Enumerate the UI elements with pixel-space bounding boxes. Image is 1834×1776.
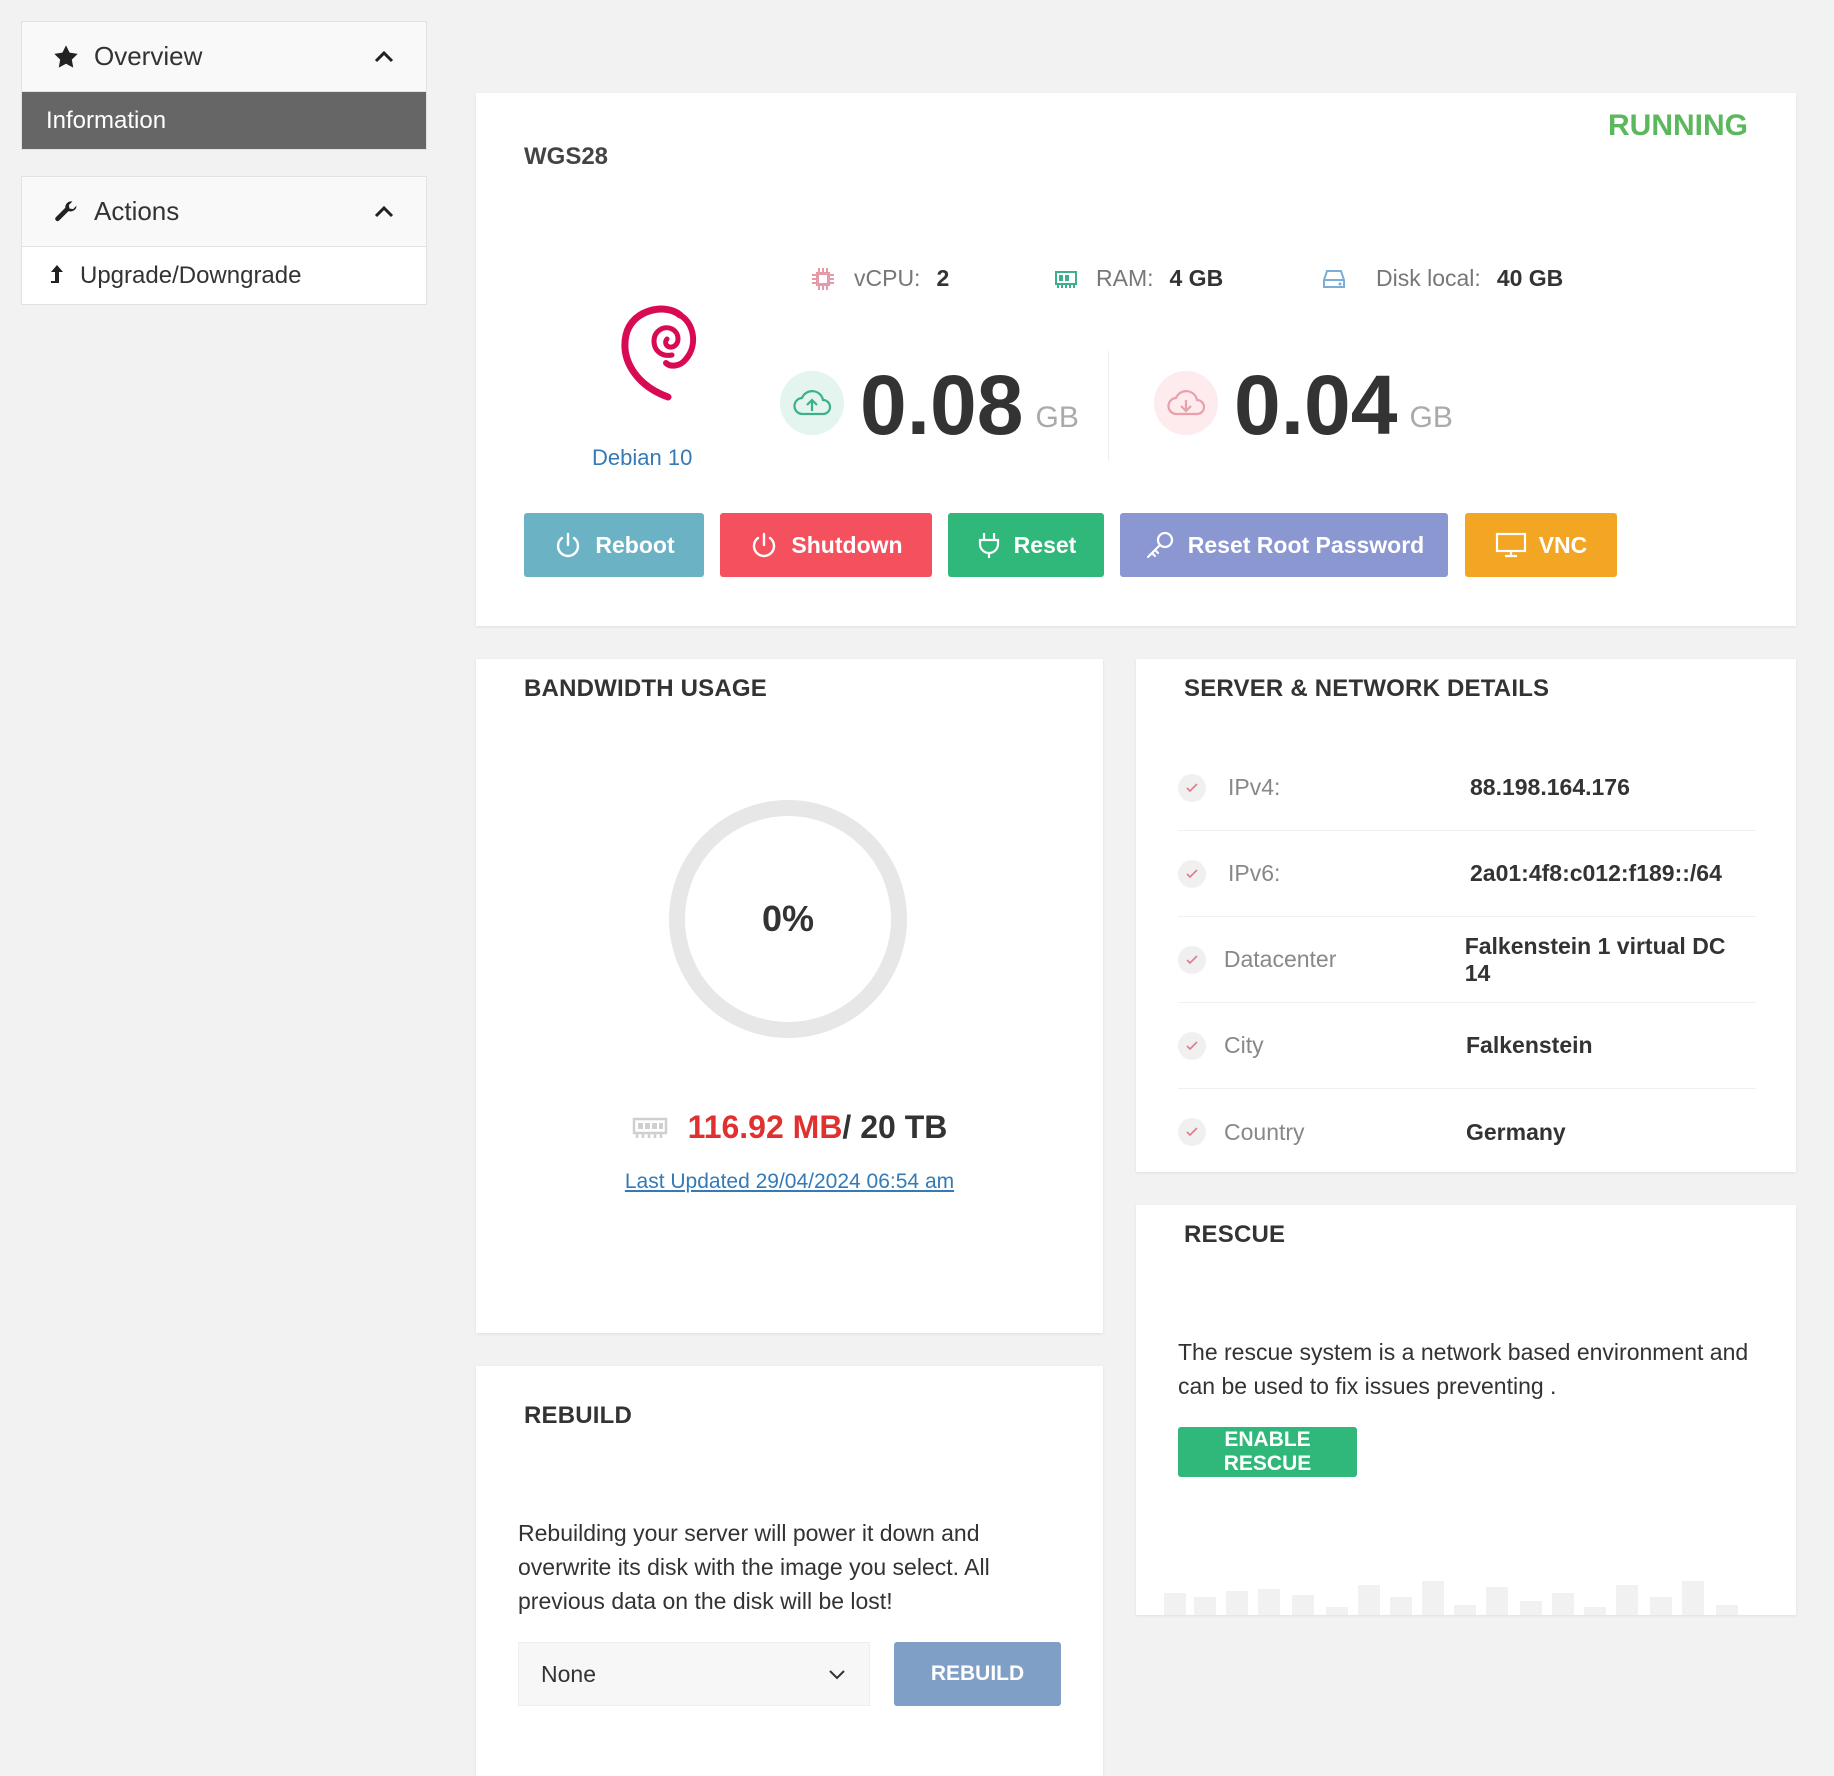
key-icon [1144, 530, 1176, 560]
chevron-down-icon [827, 1667, 847, 1681]
reboot-label: Reboot [595, 531, 675, 558]
sidebar-actions-panel: Actions Upgrade/Downgrade [21, 176, 427, 305]
reset-root-password-label: Reset Root Password [1187, 531, 1425, 558]
sidebar-overview-label: Overview [94, 41, 203, 71]
check-icon [1178, 1031, 1206, 1060]
upload-value: 0.08 [860, 358, 1024, 452]
power-icon [553, 530, 583, 560]
debian-logo-icon [610, 293, 706, 405]
download-unit: GB [1409, 401, 1453, 434]
download-traffic: 0.04 GB [1154, 363, 1453, 447]
reset-root-password-button[interactable]: Reset Root Password [1120, 513, 1448, 577]
reboot-button[interactable]: Reboot [524, 513, 704, 577]
monitor-icon [1495, 531, 1527, 559]
vnc-button[interactable]: VNC [1465, 513, 1617, 577]
sidebar-actions-label: Actions [94, 196, 180, 226]
check-icon [1178, 1118, 1206, 1146]
bandwidth-title: BANDWIDTH USAGE [524, 675, 767, 702]
decorative-bars [1164, 1581, 1738, 1615]
arrow-up-icon [46, 263, 68, 289]
rebuild-description: Rebuilding your server will power it dow… [518, 1520, 990, 1614]
detail-value: Germany [1466, 1118, 1566, 1145]
detail-value: 88.198.164.176 [1470, 774, 1630, 800]
spec-disk: Disk local: 40 GB [1322, 265, 1563, 292]
spec-key: Disk local: [1376, 265, 1481, 291]
check-icon [1178, 773, 1206, 802]
shutdown-label: Shutdown [791, 531, 903, 558]
spec-key: vCPU: [854, 265, 921, 291]
bandwidth-total: / 20 TB [842, 1109, 948, 1145]
check-icon [1178, 859, 1206, 888]
detail-value: 2a01:4f8:c012:f189::/64 [1470, 860, 1722, 886]
rebuild-card: REBUILD Rebuilding your server will powe… [476, 1366, 1103, 1776]
sidebar-item-label: Upgrade/Downgrade [80, 261, 302, 289]
last-updated-link[interactable]: Last Updated 29/04/2024 06:54 am [476, 1170, 1103, 1194]
download-value: 0.04 [1234, 358, 1398, 452]
sidebar-overview-panel: Overview Information [21, 21, 427, 150]
bandwidth-card: BANDWIDTH USAGE 0% 116.92 MB / 20 TB Las… [476, 659, 1103, 1333]
chevron-up-icon[interactable] [372, 45, 396, 69]
ram-icon [632, 1116, 668, 1140]
detail-row-ipv4: IPv4: 88.198.164.176 [1178, 745, 1756, 831]
sidebar-actions-header[interactable]: Actions [22, 177, 426, 247]
shutdown-button[interactable]: Shutdown [720, 513, 932, 577]
spec-value: 2 [936, 265, 950, 291]
detail-row-ipv6: IPv6: 2a01:4f8:c012:f189::/64 [1178, 831, 1756, 917]
spec-value: 4 GB [1169, 265, 1224, 291]
bandwidth-usage: 116.92 MB / 20 TB [476, 1109, 1103, 1146]
upload-traffic: 0.08 GB [780, 363, 1079, 447]
image-select-value: None [541, 1660, 596, 1687]
detail-key: Datacenter [1223, 946, 1337, 972]
traffic-divider [1108, 351, 1109, 461]
detail-value: Falkenstein 1 virtual DC 14 [1464, 932, 1726, 986]
star-icon [52, 43, 80, 71]
ram-icon [1054, 268, 1078, 290]
detail-key: IPv6: [1228, 860, 1281, 886]
detail-row-datacenter: Datacenter Falkenstein 1 virtual DC 14 [1178, 917, 1756, 1003]
sidebar-item-information[interactable]: Information [22, 92, 426, 149]
detail-key: Country [1224, 1118, 1305, 1145]
spec-ram: RAM: 4 GB [1054, 265, 1223, 292]
sidebar-item-label: Information [46, 106, 167, 134]
bandwidth-used: 116.92 MB [687, 1109, 843, 1145]
sidebar-overview-header[interactable]: Overview [22, 22, 426, 92]
rebuild-title: REBUILD [524, 1402, 633, 1429]
disk-icon [1322, 268, 1346, 290]
plug-icon [976, 530, 1002, 560]
server-card: RUNNING WGS28 vCPU: 2 RAM: 4 GB Disk loc… [476, 93, 1796, 626]
detail-row-country: Country Germany [1178, 1089, 1756, 1175]
vnc-label: VNC [1538, 531, 1588, 558]
image-select[interactable]: None [518, 1642, 870, 1706]
power-icon [749, 530, 779, 560]
cloud-upload-icon [780, 371, 844, 435]
rescue-title: RESCUE [1184, 1221, 1286, 1248]
detail-row-city: City Falkenstein [1178, 1003, 1756, 1089]
server-name: WGS28 [524, 143, 609, 170]
reset-label: Reset [1013, 531, 1077, 558]
details-title: SERVER & NETWORK DETAILS [1184, 675, 1550, 702]
spec-vcpu: vCPU: 2 [810, 265, 949, 292]
detail-key: City [1224, 1032, 1264, 1058]
spec-key: RAM: [1096, 265, 1154, 291]
chevron-up-icon[interactable] [372, 200, 396, 224]
cloud-download-icon [1154, 371, 1218, 435]
sidebar-item-upgrade-downgrade[interactable]: Upgrade/Downgrade [22, 247, 426, 304]
wrench-icon [52, 198, 80, 226]
bandwidth-percent: 0% [761, 898, 815, 939]
reset-button[interactable]: Reset [948, 513, 1104, 577]
enable-rescue-button[interactable]: ENABLE RESCUE [1178, 1427, 1357, 1477]
status-badge: RUNNING [1608, 109, 1748, 142]
spec-value: 40 GB [1496, 265, 1564, 291]
cpu-icon [810, 266, 836, 292]
rebuild-button[interactable]: REBUILD [894, 1642, 1061, 1706]
os-label: Debian 10 [592, 445, 693, 470]
upload-unit: GB [1035, 401, 1079, 434]
detail-key: IPv4: [1228, 774, 1281, 800]
rescue-card: RESCUE The rescue system is a network ba… [1136, 1205, 1796, 1615]
check-icon [1178, 945, 1206, 974]
server-network-details-card: SERVER & NETWORK DETAILS IPv4: 88.198.16… [1136, 659, 1796, 1172]
detail-value: Falkenstein [1466, 1032, 1593, 1058]
rescue-description: The rescue system is a network based env… [1178, 1339, 1749, 1399]
